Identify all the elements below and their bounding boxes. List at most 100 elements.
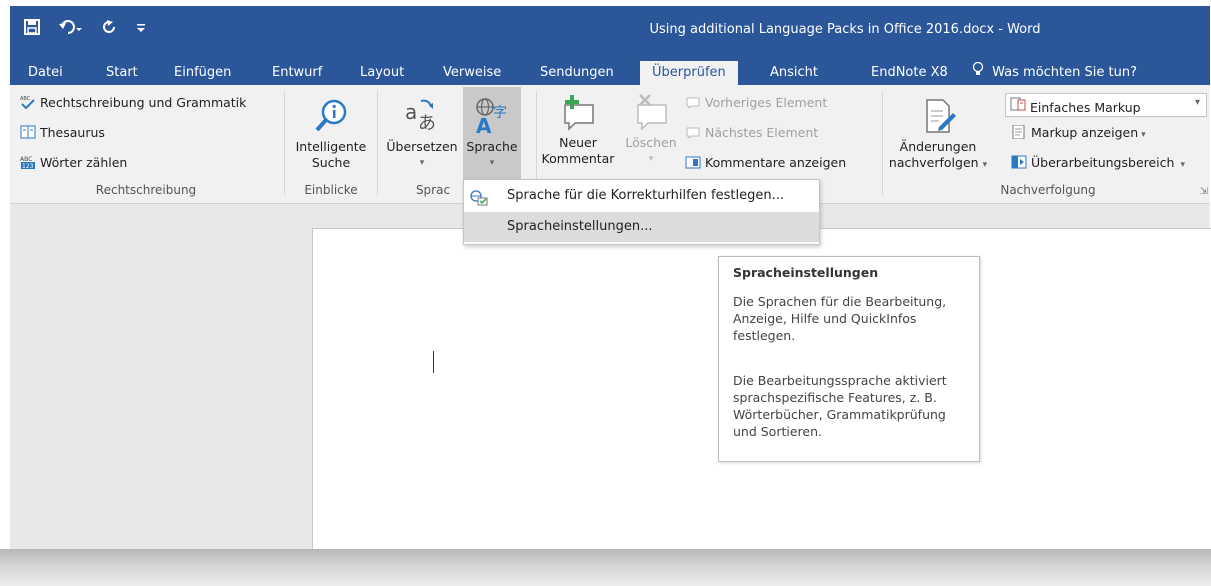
undo-icon[interactable] xyxy=(58,19,84,39)
customize-icon[interactable] xyxy=(136,19,146,39)
save-icon[interactable] xyxy=(24,19,40,39)
next-comment-icon xyxy=(685,125,701,139)
track-changes-label-2: nachverfolgen xyxy=(888,155,979,170)
tab-einfuegen[interactable]: Einfügen xyxy=(174,61,231,85)
spelling-button[interactable]: ABC Rechtschreibung und Grammatik xyxy=(20,95,246,110)
chevron-down-icon: ▾ xyxy=(1180,160,1185,170)
language-icon: A字 xyxy=(473,97,511,138)
spelling-check-icon: ABC xyxy=(20,95,36,110)
group-nachverfolgung: Änderungen nachverfolgen ▾ Einfaches Mar… xyxy=(883,85,1210,203)
thesaurus-label: Thesaurus xyxy=(40,125,105,140)
delete-comment-button[interactable]: Löschen ▾ xyxy=(621,93,681,167)
review-pane-icon xyxy=(1011,155,1027,169)
track-changes-button[interactable]: Änderungen nachverfolgen ▾ xyxy=(883,97,993,173)
markup-display-icon xyxy=(1010,97,1026,111)
smart-lookup-label-1: Intelligente xyxy=(295,139,367,154)
lightbulb-icon xyxy=(972,61,984,80)
new-comment-label-2: Kommentar xyxy=(541,151,615,166)
group-label-rechtschreibung: Rechtschreibung xyxy=(95,183,197,197)
previous-comment-button[interactable]: Vorheriges Element xyxy=(685,95,827,110)
bottom-shadow xyxy=(0,549,1211,586)
quick-access-toolbar xyxy=(24,14,146,44)
track-changes-label-1: Änderungen xyxy=(899,139,977,154)
chevron-down-icon: ▾ xyxy=(489,158,495,168)
show-markup-button[interactable]: Markup anzeigen ▾ xyxy=(1011,124,1146,140)
chevron-down-icon: ▾ xyxy=(1141,130,1146,140)
tab-entwurf[interactable]: Entwurf xyxy=(272,61,322,85)
thesaurus-button[interactable]: Thesaurus xyxy=(20,125,105,140)
new-comment-icon xyxy=(559,93,597,131)
tooltip-line: Die Bearbeitungssprache aktiviert xyxy=(733,373,947,388)
show-markup-label: Markup anzeigen xyxy=(1031,125,1139,140)
show-markup-icon xyxy=(1011,124,1027,140)
show-comments-label: Kommentare anzeigen xyxy=(705,155,847,170)
next-comment-label: Nächstes Element xyxy=(705,125,819,140)
tab-layout[interactable]: Layout xyxy=(360,61,404,85)
menu-item-label: Sprache für die Korrekturhilfen festlege… xyxy=(507,188,784,203)
menu-item-label: Spracheinstellungen... xyxy=(507,219,653,234)
review-pane-label: Überarbeitungsbereich xyxy=(1031,155,1175,170)
tooltip-line: Wörterbücher, Grammatikprüfung xyxy=(733,407,946,422)
tab-start[interactable]: Start xyxy=(106,61,138,85)
smart-lookup-icon xyxy=(312,97,350,135)
tooltip: Spracheinstellungen Die Sprachen für die… xyxy=(718,256,980,462)
group-einblicke: Intelligente Suche Einblicke xyxy=(286,85,376,203)
svg-text:a: a xyxy=(405,100,417,124)
tab-endnote[interactable]: EndNote X8 xyxy=(871,61,948,85)
svg-text:字: 字 xyxy=(493,105,507,121)
translate-label: Übersetzen xyxy=(386,139,458,154)
track-changes-icon xyxy=(919,97,957,135)
chevron-down-icon: ▾ xyxy=(419,158,425,168)
tell-me-text: Was möchten Sie tun? xyxy=(992,65,1137,80)
redo-icon[interactable] xyxy=(102,19,118,39)
tooltip-paragraph-2: Die Bearbeitungssprache aktiviert sprach… xyxy=(733,372,968,440)
delete-comment-label: Löschen xyxy=(625,135,677,150)
previous-comment-label: Vorheriges Element xyxy=(705,95,828,110)
tooltip-line: Anzeige, Hilfe und QuickInfos xyxy=(733,311,917,326)
wordcount-button[interactable]: ABC 123 Wörter zählen xyxy=(20,155,127,170)
tab-ansicht[interactable]: Ansicht xyxy=(770,61,818,85)
previous-comment-icon xyxy=(685,95,701,109)
ribbon-tabs: Datei Start Einfügen Entwurf Layout Verw… xyxy=(10,58,1210,85)
tooltip-line: sprachspezifische Features, z. B. xyxy=(733,390,937,405)
show-comments-button[interactable]: Kommentare anzeigen xyxy=(685,155,846,170)
dialog-launcher-icon[interactable]: ⇲ xyxy=(1200,186,1208,197)
review-pane-button[interactable]: Überarbeitungsbereich ▾ xyxy=(1011,155,1185,170)
svg-text:123: 123 xyxy=(22,163,34,169)
window-title: Using additional Language Packs in Offic… xyxy=(649,22,1041,37)
text-cursor xyxy=(433,351,434,373)
markup-select-value: Einfaches Markup xyxy=(1030,100,1141,115)
wordcount-icon: ABC 123 xyxy=(20,155,36,170)
smart-lookup-label-2: Suche xyxy=(311,155,351,170)
menu-item-language-settings[interactable]: Spracheinstellungen... xyxy=(464,212,819,242)
spelling-label: Rechtschreibung und Grammatik xyxy=(40,95,247,110)
svg-text:あ: あ xyxy=(418,113,436,134)
tab-sendungen[interactable]: Sendungen xyxy=(540,61,614,85)
tooltip-title: Spracheinstellungen xyxy=(733,265,879,280)
new-comment-button[interactable]: Neuer Kommentar xyxy=(541,93,615,167)
group-rechtschreibung: ABC Rechtschreibung und Grammatik Thesaur… xyxy=(10,85,282,203)
next-comment-button[interactable]: Nächstes Element xyxy=(685,125,818,140)
tab-datei[interactable]: Datei xyxy=(28,61,63,85)
language-button[interactable]: A字 Sprache ▾ xyxy=(463,87,521,181)
thesaurus-icon xyxy=(20,125,36,139)
menu-item-set-proofing-language[interactable]: Sprache für die Korrekturhilfen festlege… xyxy=(464,181,819,211)
svg-text:ABC: ABC xyxy=(20,156,32,163)
chevron-down-icon: ▾ xyxy=(1194,97,1200,108)
title-bar: Using additional Language Packs in Offic… xyxy=(10,6,1210,58)
tell-me-box[interactable]: Was möchten Sie tun? xyxy=(972,61,1137,85)
tooltip-line: festlegen. xyxy=(733,328,796,343)
tab-ueberpruefen[interactable]: Überprüfen xyxy=(640,61,738,85)
tooltip-paragraph-1: Die Sprachen für die Bearbeitung, Anzeig… xyxy=(733,293,968,344)
svg-text:ABC: ABC xyxy=(20,96,31,102)
svg-text:A: A xyxy=(476,114,492,135)
markup-select[interactable]: Einfaches Markup ▾ xyxy=(1005,93,1207,117)
language-label: Sprache xyxy=(466,139,518,154)
new-comment-label-1: Neuer xyxy=(559,135,597,150)
tab-verweise[interactable]: Verweise xyxy=(443,61,501,85)
translate-icon: aあ xyxy=(403,97,441,135)
smart-lookup-button[interactable]: Intelligente Suche xyxy=(286,97,376,171)
chevron-down-icon: ▾ xyxy=(648,154,654,164)
tooltip-line: Die Sprachen für die Bearbeitung, xyxy=(733,294,947,309)
translate-button[interactable]: aあ Übersetzen ▾ xyxy=(380,97,464,171)
